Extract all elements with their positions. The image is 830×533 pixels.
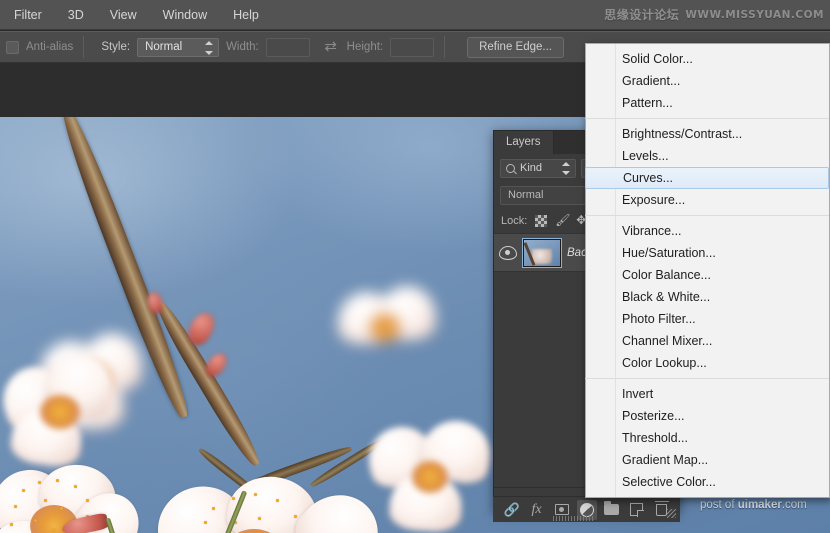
- layers-panel-footer: 🔗 fx: [493, 496, 680, 522]
- cherry-blossom-flower: [360, 413, 510, 533]
- menu-item-photo-filter[interactable]: Photo Filter...: [616, 308, 829, 330]
- watermark-bottom-suffix: .com: [781, 499, 807, 511]
- lock-brush-icon[interactable]: 🖌: [555, 214, 570, 227]
- menu-item-black-white[interactable]: Black & White...: [616, 286, 829, 308]
- menu-gutter: [586, 44, 616, 497]
- menu-3d[interactable]: 3D: [55, 0, 97, 30]
- swap-arrows-icon[interactable]: ⇄: [322, 38, 340, 56]
- layer-filter-kind-select[interactable]: Kind: [500, 158, 576, 178]
- layer-name-label: Bac: [567, 246, 587, 259]
- options-divider-2: [444, 36, 446, 58]
- menu-item-vibrance[interactable]: Vibrance...: [616, 220, 829, 242]
- watermark-top-cn: 思缘设计论坛: [604, 8, 680, 22]
- chevron-updown-icon: [562, 161, 570, 175]
- watermark-top-en: WWW.MISSYUAN.COM: [685, 8, 824, 21]
- menu-item-channel-mixer[interactable]: Channel Mixer...: [616, 330, 829, 352]
- height-input[interactable]: [390, 37, 435, 57]
- menu-item-curves[interactable]: Curves...: [585, 167, 829, 189]
- new-layer-icon[interactable]: [627, 500, 647, 520]
- menu-item-invert[interactable]: Invert: [616, 383, 829, 405]
- menu-help[interactable]: Help: [220, 0, 272, 30]
- layer-thumbnail[interactable]: [522, 237, 562, 268]
- watermark-bottom-brand: uimaker: [737, 499, 782, 511]
- watermark-top: 思缘设计论坛 WWW.MISSYUAN.COM: [604, 6, 824, 23]
- menu-item-exposure[interactable]: Exposure...: [616, 189, 829, 211]
- width-input[interactable]: [265, 37, 310, 57]
- watermark-bottom-prefix: post of: [700, 499, 738, 511]
- panel-resize-handle[interactable]: [667, 509, 676, 518]
- layer-filter-kind-value: Kind: [520, 162, 543, 174]
- style-label: Style:: [101, 41, 131, 53]
- menu-filter[interactable]: Filter: [0, 0, 55, 30]
- tab-layers[interactable]: Layers: [494, 131, 554, 154]
- photoshop-window: Filter 3D View Window Help 思缘设计论坛 WWW.MI…: [0, 0, 830, 533]
- lock-transparency-icon[interactable]: [535, 214, 548, 227]
- menu-view[interactable]: View: [97, 0, 150, 30]
- style-select[interactable]: Normal: [137, 37, 220, 57]
- menu-item-color-lookup[interactable]: Color Lookup...: [616, 352, 829, 374]
- menu-item-hue-saturation[interactable]: Hue/Saturation...: [616, 242, 829, 264]
- new-group-icon[interactable]: [602, 500, 622, 520]
- menu-item-gradient-map[interactable]: Gradient Map...: [616, 449, 829, 471]
- blend-mode-value: Normal: [508, 189, 544, 201]
- menu-bar: Filter 3D View Window Help 思缘设计论坛 WWW.MI…: [0, 0, 830, 30]
- menu-items-container: Solid Color... Gradient... Pattern... Br…: [585, 44, 829, 497]
- menu-item-pattern[interactable]: Pattern...: [616, 92, 829, 114]
- height-label: Height:: [346, 41, 384, 53]
- menu-separator: [585, 378, 829, 379]
- lock-label: Lock:: [501, 214, 528, 227]
- menu-window[interactable]: Window: [150, 0, 220, 30]
- blend-mode-select[interactable]: Normal: [500, 185, 596, 205]
- magnifier-icon: [506, 163, 515, 173]
- style-select-value: Normal: [145, 41, 183, 53]
- refine-edge-button[interactable]: Refine Edge...: [467, 36, 564, 58]
- link-layers-icon[interactable]: 🔗: [502, 500, 522, 520]
- menu-separator: [585, 118, 829, 119]
- chevron-updown-icon: [205, 40, 214, 55]
- menu-separator: [585, 215, 829, 216]
- panel-grip[interactable]: [553, 516, 593, 521]
- menu-item-color-balance[interactable]: Color Balance...: [616, 264, 829, 286]
- width-label: Width:: [226, 41, 259, 53]
- menu-item-selective-color[interactable]: Selective Color...: [616, 471, 829, 493]
- menu-item-gradient[interactable]: Gradient...: [616, 70, 829, 92]
- menu-item-levels[interactable]: Levels...: [616, 145, 829, 167]
- menu-item-posterize[interactable]: Posterize...: [616, 405, 829, 427]
- anti-alias-label: Anti-alias: [26, 41, 74, 53]
- eye-icon[interactable]: [499, 245, 517, 260]
- anti-alias-checkbox[interactable]: [6, 40, 19, 54]
- watermark-bottom: post of uimaker.com: [700, 499, 807, 511]
- options-divider-1: [83, 36, 85, 58]
- menu-item-solid-color[interactable]: Solid Color...: [616, 48, 829, 70]
- menu-item-threshold[interactable]: Threshold...: [616, 427, 829, 449]
- adjustment-layer-menu[interactable]: Solid Color... Gradient... Pattern... Br…: [585, 43, 830, 498]
- background-flower: [330, 282, 450, 382]
- layer-styles-fx-icon[interactable]: fx: [527, 500, 547, 520]
- menu-item-brightness-contrast[interactable]: Brightness/Contrast...: [616, 123, 829, 145]
